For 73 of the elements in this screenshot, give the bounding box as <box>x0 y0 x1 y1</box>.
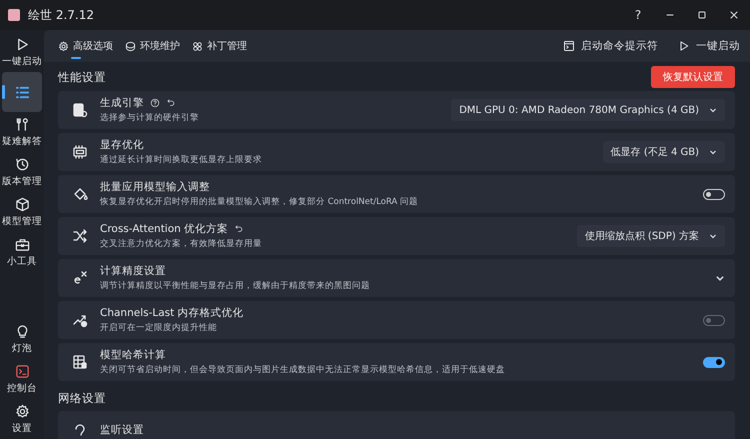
setting-description: 通过延长计算时间换取更低显存上限要求 <box>100 154 263 166</box>
disk-icon <box>125 40 136 52</box>
setting-title: 计算精度设置 <box>100 264 166 278</box>
setting-description: 交叉注意力优化方案，有效降低显存用量 <box>100 238 263 250</box>
setting-description: 恢复显存优化开启时停用的批量模型输入调整，修复部分 ControlNet/LoRA 问题 <box>100 196 420 208</box>
setting-description: 关闭可节省启动时间，但会导致页面内与图片生成数据中无法正常显示模型哈希信息，适用于低速硬盘 <box>100 364 506 376</box>
memory-chip-icon <box>72 144 88 160</box>
setting-title: Channels-Last 内存格式优化 <box>100 306 244 320</box>
toolbox-icon <box>14 237 30 252</box>
console-icon <box>14 364 30 379</box>
dropdown[interactable]: 低显存 (不足 4 GB) <box>602 141 725 163</box>
tab[interactable]: 环境维护 <box>119 30 186 62</box>
close-icon <box>728 9 740 21</box>
sidebar-label: 模型管理 <box>2 215 42 228</box>
toggle-switch[interactable] <box>703 356 725 368</box>
setting-description: 开启可在一定限度内提升性能 <box>100 322 218 334</box>
reset-defaults-button[interactable]: 恢复默认设置 <box>651 66 735 88</box>
history-icon <box>14 157 30 172</box>
cube-icon <box>14 197 30 212</box>
toolbar-button[interactable]: 一键启动 <box>678 39 740 53</box>
chevron-down-icon <box>709 106 717 114</box>
sidebar-item[interactable]: 模型管理 <box>2 192 42 232</box>
sidebar-label: 控制台 <box>7 382 37 395</box>
sidebar-label: 小工具 <box>7 255 37 268</box>
section-title: 性能设置 <box>58 70 106 84</box>
setting-description: 调节计算精度以平衡性能与显存占用，缓解由于精度带来的黑图问题 <box>100 280 371 292</box>
dropdown[interactable]: 使用缩放点积 (SDP) 方案 <box>576 225 725 247</box>
undo-icon <box>166 98 176 108</box>
sidebar-label: 一键启动 <box>2 55 42 68</box>
chevron-down-icon <box>709 148 717 156</box>
help-icon <box>150 98 160 108</box>
sidebar-item[interactable]: 疑难解答 <box>2 112 42 152</box>
setting-title: 监听设置 <box>100 423 144 437</box>
section-title: 网络设置 <box>58 390 106 406</box>
help-button[interactable]: ? <box>622 0 654 30</box>
toggle-switch[interactable] <box>703 188 725 200</box>
tab[interactable]: 高级选项 <box>52 30 119 62</box>
sidebar-label: 疑难解答 <box>2 135 42 148</box>
app-logo-icon <box>8 9 20 21</box>
sidebar-item[interactable]: 版本管理 <box>2 152 42 192</box>
settings-icon <box>14 404 30 419</box>
sidebar-label: 设置 <box>12 422 32 435</box>
lightbulb-icon <box>14 324 30 339</box>
tab[interactable]: 补丁管理 <box>186 30 253 62</box>
patch-icon <box>192 40 203 52</box>
table-icon <box>72 354 88 370</box>
sidebar-item[interactable]: 设置 <box>2 399 42 439</box>
sidebar-item[interactable]: 小工具 <box>2 232 42 272</box>
sidebar-label: 版本管理 <box>2 175 42 188</box>
undo-icon <box>234 224 244 234</box>
dropdown[interactable]: DML GPU 0: AMD Radeon 780M Graphics (4 GB) <box>451 99 725 121</box>
setting-title: Cross-Attention 优化方案 <box>100 222 228 236</box>
sidebar-item[interactable]: 灯泡 <box>2 319 42 359</box>
maximize-icon <box>696 9 708 21</box>
terminal-icon <box>563 40 575 52</box>
setting-title: 批量应用模型输入调整 <box>100 180 210 194</box>
paint-bucket-icon <box>72 186 88 202</box>
shuffle-icon <box>72 228 88 244</box>
settings-icon <box>58 40 69 52</box>
setting-title: 生成引擎 <box>100 96 144 110</box>
setting-title: 显存优化 <box>100 138 144 152</box>
sidebar-item[interactable]: 控制台 <box>2 359 42 399</box>
play-icon <box>678 40 690 52</box>
window-title: 绘世 2.7.12 <box>28 6 95 24</box>
sidebar-label: 灯泡 <box>12 342 32 355</box>
setting-description: 选择参与计算的硬件引擎 <box>100 112 200 124</box>
list-icon <box>14 84 30 100</box>
chevron-down-icon <box>709 232 717 240</box>
sidebar-item[interactable] <box>2 72 42 112</box>
exponent-icon <box>72 270 88 286</box>
sidebar-item[interactable]: 一键启动 <box>2 32 42 72</box>
toolbar-button[interactable]: 启动命令提示符 <box>563 39 658 53</box>
setting-title: 模型哈希计算 <box>100 348 166 362</box>
